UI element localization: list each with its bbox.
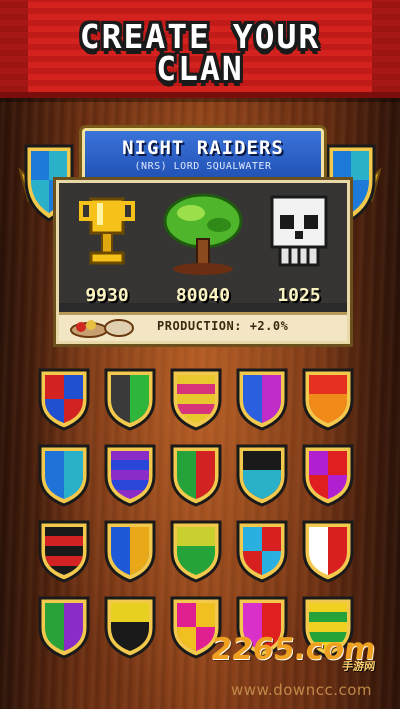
kills-count: 1025: [277, 285, 321, 306]
shield-option[interactable]: [102, 518, 158, 584]
shield-icon: [302, 368, 354, 431]
shield-icon: [236, 368, 288, 431]
clan-info-card: NIGHT RAIDERS (NRS) LORD SQUALWATER 9930: [12, 120, 388, 350]
shield-option[interactable]: [36, 442, 92, 508]
shield-option[interactable]: [168, 518, 224, 584]
shield-option[interactable]: [102, 442, 158, 508]
shield-icon: [104, 596, 156, 659]
shield-option[interactable]: [102, 366, 158, 432]
trophy-stat: 9930: [59, 189, 155, 309]
shield-option[interactable]: [36, 594, 92, 660]
shield-option[interactable]: [234, 366, 290, 432]
production-label: PRODUCTION: +2.0%: [157, 319, 289, 333]
watermark-url: www.downcc.com: [231, 681, 372, 699]
clan-name-ribbon: NIGHT RAIDERS (NRS) LORD SQUALWATER: [82, 128, 324, 186]
tree-icon: [163, 193, 243, 275]
shield-icon: [236, 444, 288, 507]
watermark-logo: 2265.com 手游网: [209, 632, 378, 673]
shield-icon: [104, 520, 156, 583]
shield-option[interactable]: [168, 366, 224, 432]
clan-stats-panel: 9930 80040 1025 PRODUCTION: +2.0%: [56, 180, 350, 344]
banner-title-line2: CLAN: [156, 49, 244, 88]
trophy-icon: [79, 197, 135, 265]
shield-icon: [104, 368, 156, 431]
shield-option[interactable]: [300, 442, 356, 508]
trophy-count: 9930: [85, 285, 129, 306]
food-icon: [70, 319, 134, 338]
shield-icon: [38, 520, 90, 583]
shield-icon: [170, 444, 222, 507]
shield-icon: [38, 368, 90, 431]
banner-title-line1: CREATE YOUR: [79, 17, 321, 56]
resource-count: 80040: [175, 285, 231, 306]
production-bar: PRODUCTION: +2.0%: [59, 312, 347, 341]
skull-icon: [270, 195, 328, 267]
shield-option[interactable]: [300, 518, 356, 584]
tree-stat: 80040: [155, 189, 251, 309]
shield-option[interactable]: [300, 366, 356, 432]
shield-icon: [236, 520, 288, 583]
shield-icon: [38, 444, 90, 507]
shield-icon: [170, 368, 222, 431]
shield-icon: [104, 444, 156, 507]
shield-option[interactable]: [36, 518, 92, 584]
shield-option[interactable]: [234, 442, 290, 508]
shield-icon: [302, 444, 354, 507]
skull-stat: 1025: [251, 189, 347, 309]
watermark-sub: 手游网: [341, 660, 377, 673]
shield-option[interactable]: [36, 366, 92, 432]
shield-option[interactable]: [234, 518, 290, 584]
clan-name: NIGHT RAIDERS: [122, 137, 284, 159]
shield-option[interactable]: [168, 442, 224, 508]
shield-icon: [302, 520, 354, 583]
shield-option[interactable]: [102, 594, 158, 660]
clan-leader: (NRS) LORD SQUALWATER: [134, 161, 272, 172]
shield-icon: [170, 520, 222, 583]
title-banner: CREATE YOUR CLAN: [0, 0, 400, 98]
shield-icon: [38, 596, 90, 659]
